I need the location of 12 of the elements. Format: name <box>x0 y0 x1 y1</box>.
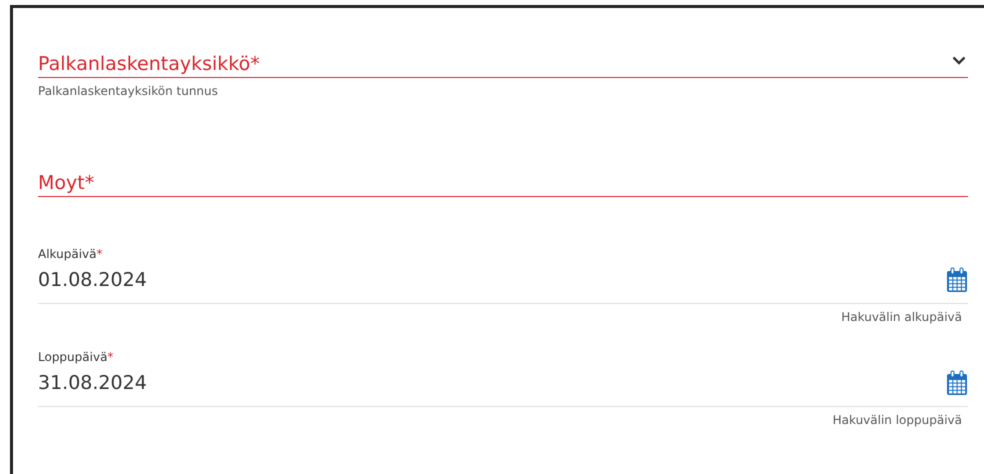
field-hint: Hakuvälin alkupäivä <box>840 310 962 324</box>
field-hint: Hakuvälin loppupäivä <box>832 413 962 427</box>
field-label: Alkupäivä* <box>38 247 104 261</box>
dropdown-field[interactable]: Palkanlaskentayksikkö* <box>38 45 968 78</box>
calendar-icon[interactable] <box>946 370 968 396</box>
input-field[interactable]: Moyt* <box>38 162 968 197</box>
chevron-down-icon[interactable] <box>952 56 966 65</box>
field-hint: Palkanlaskentayksikön tunnus <box>38 84 219 98</box>
calendar-icon[interactable] <box>946 267 968 293</box>
field-label: Loppupäivä* <box>38 350 114 364</box>
date-input[interactable]: 01.08.2024 <box>38 269 147 291</box>
date-input[interactable]: 31.08.2024 <box>38 372 147 394</box>
